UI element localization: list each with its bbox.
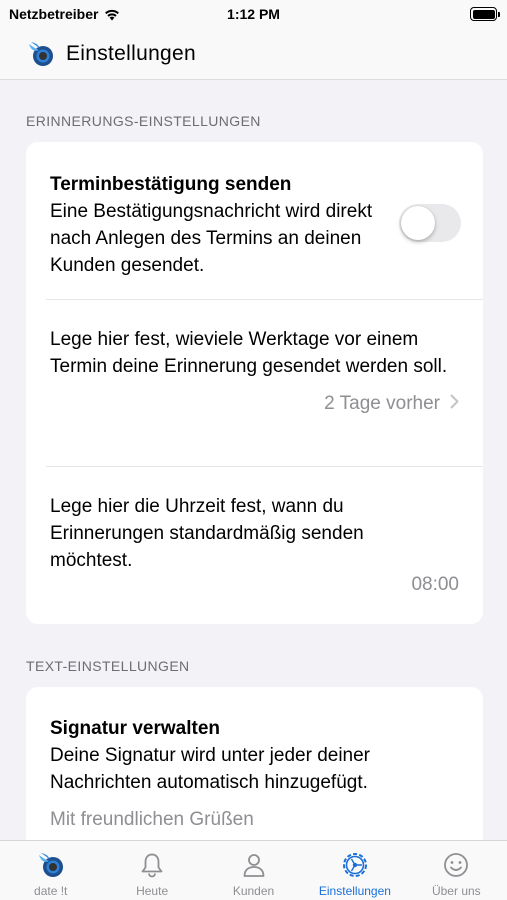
tab-label: date !t xyxy=(34,884,68,898)
send-time-description: Lege hier die Uhrzeit fest, wann du Erin… xyxy=(50,496,364,571)
signature-row[interactable]: Signatur verwalten Deine Signatur wird u… xyxy=(26,687,483,833)
app-logo-icon xyxy=(38,853,63,877)
tab-label: Einstellungen xyxy=(318,884,391,898)
days-before-row[interactable]: Lege hier fest, wieviele Werktage vor ei… xyxy=(26,299,483,466)
tab-einstellungen[interactable]: Einstellungen xyxy=(304,841,405,900)
tab-bar: date !t Heute Kunden Einstellungen Über … xyxy=(0,840,507,900)
days-before-value: 2 Tage vorher xyxy=(324,393,440,414)
tab-icon-wrap xyxy=(441,850,471,880)
settings-screen: Netzbetreiber 1:12 PM Einstellungen ERIN… xyxy=(0,0,507,900)
person-icon xyxy=(243,854,264,877)
smiley-icon xyxy=(444,853,469,877)
chevron-right-icon xyxy=(450,394,459,409)
battery-icon xyxy=(470,7,500,21)
section-header-reminder: ERINNERUNGS-EINSTELLUNGEN xyxy=(26,113,261,129)
tab-icon-wrap xyxy=(36,850,66,880)
section-header-text: TEXT-EINSTELLUNGEN xyxy=(26,658,190,674)
tab-label: Heute xyxy=(136,884,169,898)
tab-icon-wrap xyxy=(340,850,370,880)
confirmation-toggle[interactable] xyxy=(399,204,461,242)
tab-icon-wrap xyxy=(137,850,167,880)
signature-title: Signatur verwalten xyxy=(50,718,220,739)
confirmation-row: Terminbestätigung senden Eine Bestätigun… xyxy=(26,142,483,299)
signature-description: Deine Signatur wird unter jeder deiner N… xyxy=(50,745,371,793)
page-title: Einstellungen xyxy=(66,41,196,65)
confirmation-description: Eine Bestätigungsnachricht wird direkt n… xyxy=(50,201,373,276)
days-before-description: Lege hier fest, wieviele Werktage vor ei… xyxy=(50,329,448,377)
bell-icon xyxy=(141,853,163,878)
status-time: 1:12 PM xyxy=(227,6,280,22)
app-logo-icon xyxy=(29,41,53,66)
tab-heute[interactable]: Heute xyxy=(101,841,202,900)
status-bar: Netzbetreiber 1:12 PM xyxy=(0,0,507,28)
nav-header: Einstellungen xyxy=(0,28,507,80)
tab-icon-wrap xyxy=(239,850,269,880)
tab-date-it[interactable]: date !t xyxy=(0,841,101,900)
tab-label: Kunden xyxy=(232,884,275,898)
reminder-settings-card: Terminbestätigung senden Eine Bestätigun… xyxy=(26,142,483,624)
tab-kunden[interactable]: Kunden xyxy=(203,841,304,900)
confirmation-title: Terminbestätigung senden xyxy=(50,174,292,195)
tab-label: Über uns xyxy=(431,884,481,898)
signature-value: Mit freundlichen Grüßen xyxy=(50,809,254,830)
send-time-row[interactable]: Lege hier die Uhrzeit fest, wann du Erin… xyxy=(26,466,483,624)
tab-ueber-uns[interactable]: Über uns xyxy=(406,841,507,900)
toggle-knob xyxy=(401,206,435,240)
gear-icon xyxy=(342,853,367,877)
days-before-value-wrap: 2 Tage vorher xyxy=(50,390,459,417)
send-time-value: 08:00 xyxy=(411,574,459,595)
